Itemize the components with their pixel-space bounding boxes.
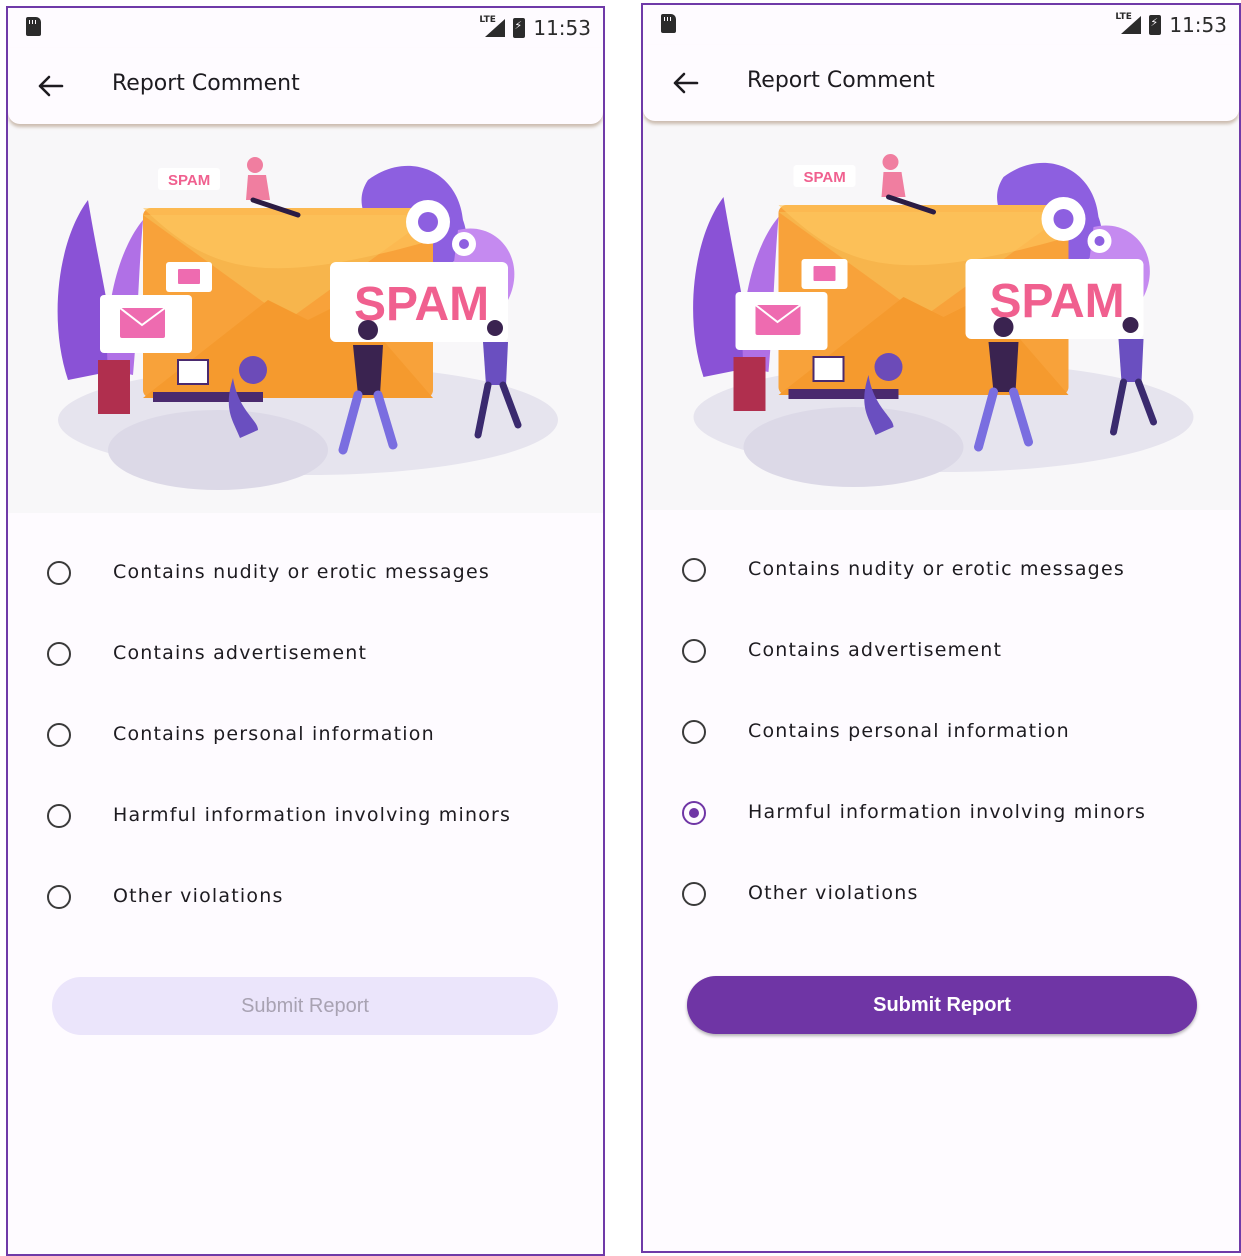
signal-icon: LTE [479,15,506,39]
page-title: Report Comment [112,71,300,96]
option-label: Contains advertisement [113,642,368,664]
status-bar: LTE 11:53 [8,8,603,48]
phone-screen-unselected: LTE 11:53 Report Comment SPAM [6,6,605,1256]
submit-report-button-disabled: Submit Report [52,977,558,1035]
option-other-violations[interactable]: Other violations [8,867,603,948]
app-bar: Report Comment [643,45,1239,121]
radio-button[interactable] [682,720,706,744]
option-harmful-minors[interactable]: Harmful information involving minors [8,786,603,867]
option-advertisement[interactable]: Contains advertisement [8,624,603,705]
battery-charging-icon [513,18,526,38]
option-advertisement[interactable]: Contains advertisement [643,621,1239,702]
radio-button[interactable] [682,558,706,582]
radio-button-selected[interactable] [682,801,706,825]
radio-button[interactable] [682,639,706,663]
option-label: Contains nudity or erotic messages [748,558,1125,580]
option-personal-information[interactable]: Contains personal information [8,705,603,786]
battery-charging-icon [1149,15,1162,35]
option-label: Contains advertisement [748,639,1003,661]
option-label: Contains personal information [113,723,435,745]
signal-icon: LTE [1115,12,1142,36]
radio-button[interactable] [47,723,71,747]
page-title: Report Comment [747,68,935,93]
option-nudity[interactable]: Contains nudity or erotic messages [8,543,603,624]
option-label: Other violations [748,882,919,904]
app-bar: Report Comment [8,48,603,124]
status-bar: LTE 11:53 [643,5,1239,45]
option-harmful-minors[interactable]: Harmful information involving minors [643,783,1239,864]
option-personal-information[interactable]: Contains personal information [643,702,1239,783]
report-options: Contains nudity or erotic messages Conta… [8,513,603,948]
spam-illustration: SPAM SPAM [643,117,1239,510]
spam-tag-text: SPAM [168,172,210,189]
radio-button[interactable] [47,804,71,828]
option-label: Contains personal information [748,720,1070,742]
option-label: Harmful information involving minors [748,801,1147,823]
back-arrow-icon[interactable] [36,74,64,98]
spam-illustration: SPAM SPAM [8,120,603,513]
option-label: Contains nudity or erotic messages [113,561,490,583]
submit-report-button[interactable]: Submit Report [687,976,1197,1034]
radio-button[interactable] [47,642,71,666]
back-arrow-icon[interactable] [671,71,699,95]
spam-tag-text: SPAM [804,169,846,186]
status-time: 11:53 [1169,13,1227,37]
option-other-violations[interactable]: Other violations [643,864,1239,945]
option-nudity[interactable]: Contains nudity or erotic messages [643,540,1239,621]
option-label: Other violations [113,885,284,907]
phone-screen-selected: LTE 11:53 Report Comment SPAM [641,3,1241,1253]
status-time: 11:53 [533,16,591,40]
sd-card-icon [661,14,676,33]
radio-button[interactable] [682,882,706,906]
option-label: Harmful information involving minors [113,804,512,826]
radio-button[interactable] [47,561,71,585]
radio-button[interactable] [47,885,71,909]
sd-card-icon [26,17,41,36]
report-options: Contains nudity or erotic messages Conta… [643,510,1239,945]
